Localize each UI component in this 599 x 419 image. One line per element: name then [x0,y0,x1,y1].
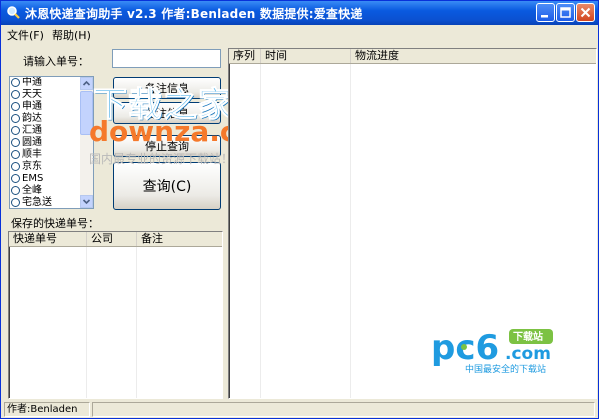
minimize-button[interactable] [536,3,555,22]
saved-gridline [86,247,87,398]
carrier-option-label: EMS [22,173,44,184]
carrier-option-label: 宅急送 [22,197,52,208]
carrier-radio-list: 中通 天天 申通 韵达 汇通 圆通 顺丰 京东 EMS 全峰 宅急送 [9,76,94,209]
query-button[interactable]: 查询(C) [113,162,221,210]
saved-numbers-table[interactable]: 快递单号 公司 备注 [8,231,223,399]
pc6-logo-graphic: pc6 .com 下载站 中国最安全的下载站 [431,328,553,375]
saved-gridline [136,247,137,398]
pc6-badge: 下载站 [513,330,543,343]
maximize-button[interactable] [556,3,575,22]
app-magnifier-icon [6,5,20,19]
scroll-up-button[interactable] [80,77,93,90]
radio-icon[interactable] [11,138,20,147]
radio-icon[interactable] [11,90,20,99]
carrier-option-label: 中通 [22,77,42,88]
radio-icon[interactable] [11,186,20,195]
pc6-eye-dot [461,344,467,350]
chevron-up-icon [82,80,91,86]
title-bar[interactable]: 沐恩快递查询助手 v2.3 作者:Benladen 数据提供:爱查快递 [1,1,598,25]
carrier-option-label: 天天 [22,89,42,100]
pc6-logo: pc6 .com 下载站 中国最安全的下载站 [431,326,591,376]
carrier-option-label: 全峰 [22,185,42,196]
watermark-slogan: 国内最专业的资源下载站！ [89,152,234,166]
scroll-down-button[interactable] [80,195,93,208]
saved-table-header: 快递单号 公司 备注 [9,232,222,247]
radio-icon[interactable] [11,114,20,123]
col-progress[interactable]: 物流进度 [351,49,596,63]
col-sequence[interactable]: 序列 [229,49,261,63]
results-table-header: 序列 时间 物流进度 [229,49,596,64]
menu-bar: 文件(F) 帮助(H) [2,26,597,42]
pc6-slogan: 中国最安全的下载站 [465,363,546,375]
close-icon [580,7,591,18]
radio-icon[interactable] [11,150,20,159]
carrier-option-label: 申通 [22,101,42,112]
col-time[interactable]: 时间 [261,49,351,63]
status-extra [92,402,595,417]
results-gridline [350,64,351,398]
carrier-option-label: 韵达 [22,113,42,124]
tracking-number-input[interactable] [112,49,221,68]
radio-icon[interactable] [11,102,20,111]
chevron-down-icon [82,199,91,205]
window-title: 沐恩快递查询助手 v2.3 作者:Benladen 数据提供:爱查快递 [25,7,363,21]
minimize-icon [541,15,548,18]
pc6-domain: .com [505,344,551,364]
col-tracking-number[interactable]: 快递单号 [9,232,87,246]
menu-help[interactable]: 帮助(H) [52,27,91,43]
status-author: 作者:Benladen [4,402,90,417]
tracking-number-label: 请输入单号： [23,55,89,68]
saved-numbers-label: 保存的快递单号： [11,217,99,230]
radio-icon[interactable] [11,126,20,135]
carrier-option-label: 京东 [22,161,42,172]
radio-icon[interactable] [11,198,20,207]
status-bar: 作者:Benladen [2,401,597,418]
app-window: 沐恩快递查询助手 v2.3 作者:Benladen 数据提供:爱查快递 文件(F… [0,0,599,419]
menu-file[interactable]: 文件(F) [7,27,44,43]
carrier-option-label: 圆通 [22,137,42,148]
close-button[interactable] [576,3,595,22]
col-company[interactable]: 公司 [87,232,137,246]
carrier-option-label: 顺丰 [22,149,42,160]
radio-icon[interactable] [11,174,20,183]
maximize-icon [560,7,571,18]
col-remark[interactable]: 备注 [137,232,222,246]
results-gridline [260,64,261,398]
carrier-option-label: 汇通 [22,125,42,136]
radio-icon[interactable] [11,162,20,171]
radio-icon[interactable] [11,78,20,87]
